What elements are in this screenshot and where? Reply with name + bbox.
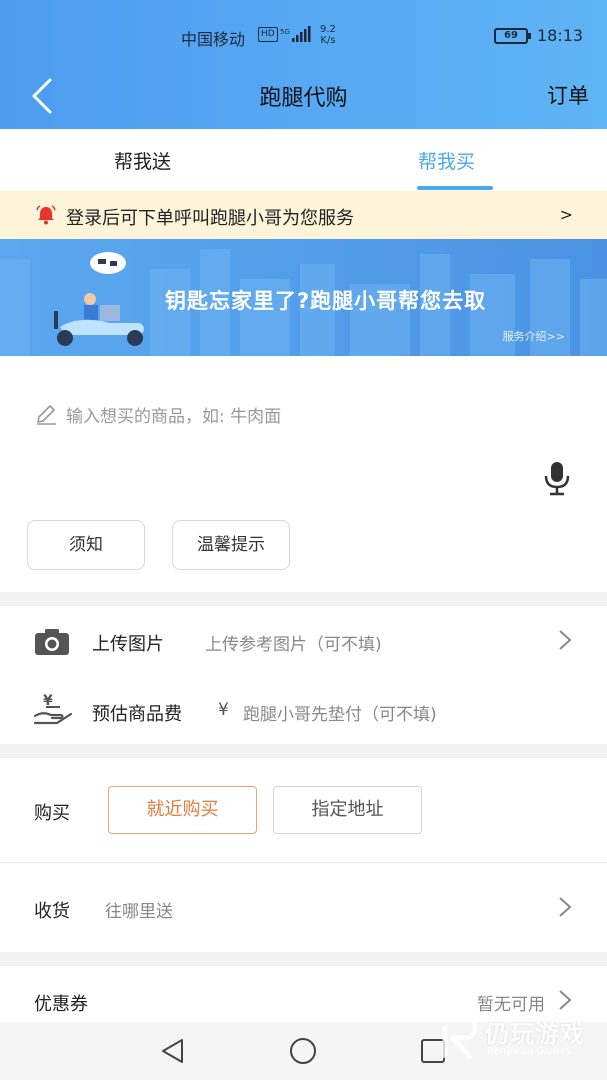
estimated-fee-input[interactable]: 跑腿小哥先垫付（可不填) (243, 700, 437, 725)
status-bar: 中国移动 HD 5G 9.2 K/s 69 18:13 (0, 0, 607, 72)
promo-banner[interactable]: 钥匙忘家里了?跑腿小哥帮您去取 服务介绍>> (0, 239, 607, 356)
nav-back-triangle-icon[interactable] (158, 1036, 188, 1066)
banner-headline: 钥匙忘家里了?跑腿小哥帮您去取 (165, 289, 487, 313)
notice-chevron-icon: > (559, 205, 573, 224)
product-input-card: 输入想买的商品，如: 牛肉面 须知 温馨提示 (0, 356, 607, 592)
estimated-fee-label: 预估商品费 (92, 704, 182, 725)
carrier-name: 中国移动 (181, 30, 246, 49)
bell-icon (36, 205, 56, 225)
speed-value: 9.2 (320, 24, 336, 35)
currency-symbol: ¥ (218, 700, 229, 720)
clock: 18:13 (537, 26, 584, 45)
coupon-label: 优惠券 (34, 994, 88, 1015)
watermark-text: 仍玩游戏 (485, 1020, 585, 1048)
tab-buy-for-me[interactable]: 帮我买 (418, 147, 475, 174)
upload-fee-card: 上传图片 上传参考图片（可不填) ¥ 预估商品费 ¥ 跑腿小哥先垫付（可不填) (0, 606, 607, 744)
watermark: 仍玩游戏 Rengwan Games (433, 1010, 603, 1068)
buy-address-option[interactable]: 指定地址 (273, 786, 422, 834)
chevron-right-icon[interactable] (558, 989, 572, 1011)
upload-image-label: 上传图片 (92, 634, 164, 655)
tips-chip-button[interactable]: 温馨提示 (172, 520, 290, 570)
buy-nearby-option[interactable]: 就近购买 (108, 786, 257, 834)
hd-badge: HD (258, 27, 278, 42)
notice-chip-button[interactable]: 须知 (27, 520, 145, 570)
tab-bar: 帮我送 帮我买 (0, 129, 607, 191)
page-title: 跑腿代购 (259, 86, 348, 111)
receive-address-input[interactable]: 往哪里送 (105, 897, 173, 922)
notice-text: 登录后可下单呼叫跑腿小哥为您服务 (66, 208, 354, 229)
camera-icon (35, 629, 69, 655)
service-intro-link[interactable]: 服务介绍>> (503, 328, 565, 344)
watermark-logo-icon (439, 1015, 478, 1060)
nav-home-circle-icon[interactable] (288, 1036, 318, 1066)
battery-icon: 69 (494, 28, 531, 44)
pencil-icon (37, 405, 56, 425)
receive-label: 收货 (34, 901, 70, 922)
signal-icon: 5G (280, 26, 311, 42)
watermark-subtext: Rengwan Games (487, 1046, 572, 1057)
buy-label: 购买 (34, 803, 70, 824)
tab-send-for-me[interactable]: 帮我送 (114, 147, 171, 174)
network-speed: 9.2 K/s (320, 24, 336, 46)
active-tab-indicator (417, 186, 493, 190)
money-hand-icon: ¥ (33, 693, 73, 725)
chevron-right-icon[interactable] (558, 896, 572, 918)
microphone-icon[interactable] (541, 460, 573, 496)
chevron-right-icon[interactable] (558, 629, 572, 651)
app-header: 中国移动 HD 5G 9.2 K/s 69 18:13 跑腿代购 订单 (0, 0, 607, 129)
upload-image-hint[interactable]: 上传参考图片（可不填) (205, 630, 382, 655)
login-notice-bar[interactable]: 登录后可下单呼叫跑腿小哥为您服务 > (0, 191, 607, 239)
buy-receive-card: 购买 就近购买 指定地址 收货 往哪里送 (0, 758, 607, 952)
divider (0, 862, 607, 863)
order-button[interactable]: 订单 (547, 80, 589, 110)
svg-text:5G: 5G (280, 28, 290, 36)
product-input[interactable]: 输入想买的商品，如: 牛肉面 (66, 402, 281, 427)
speed-unit: K/s (320, 35, 336, 46)
